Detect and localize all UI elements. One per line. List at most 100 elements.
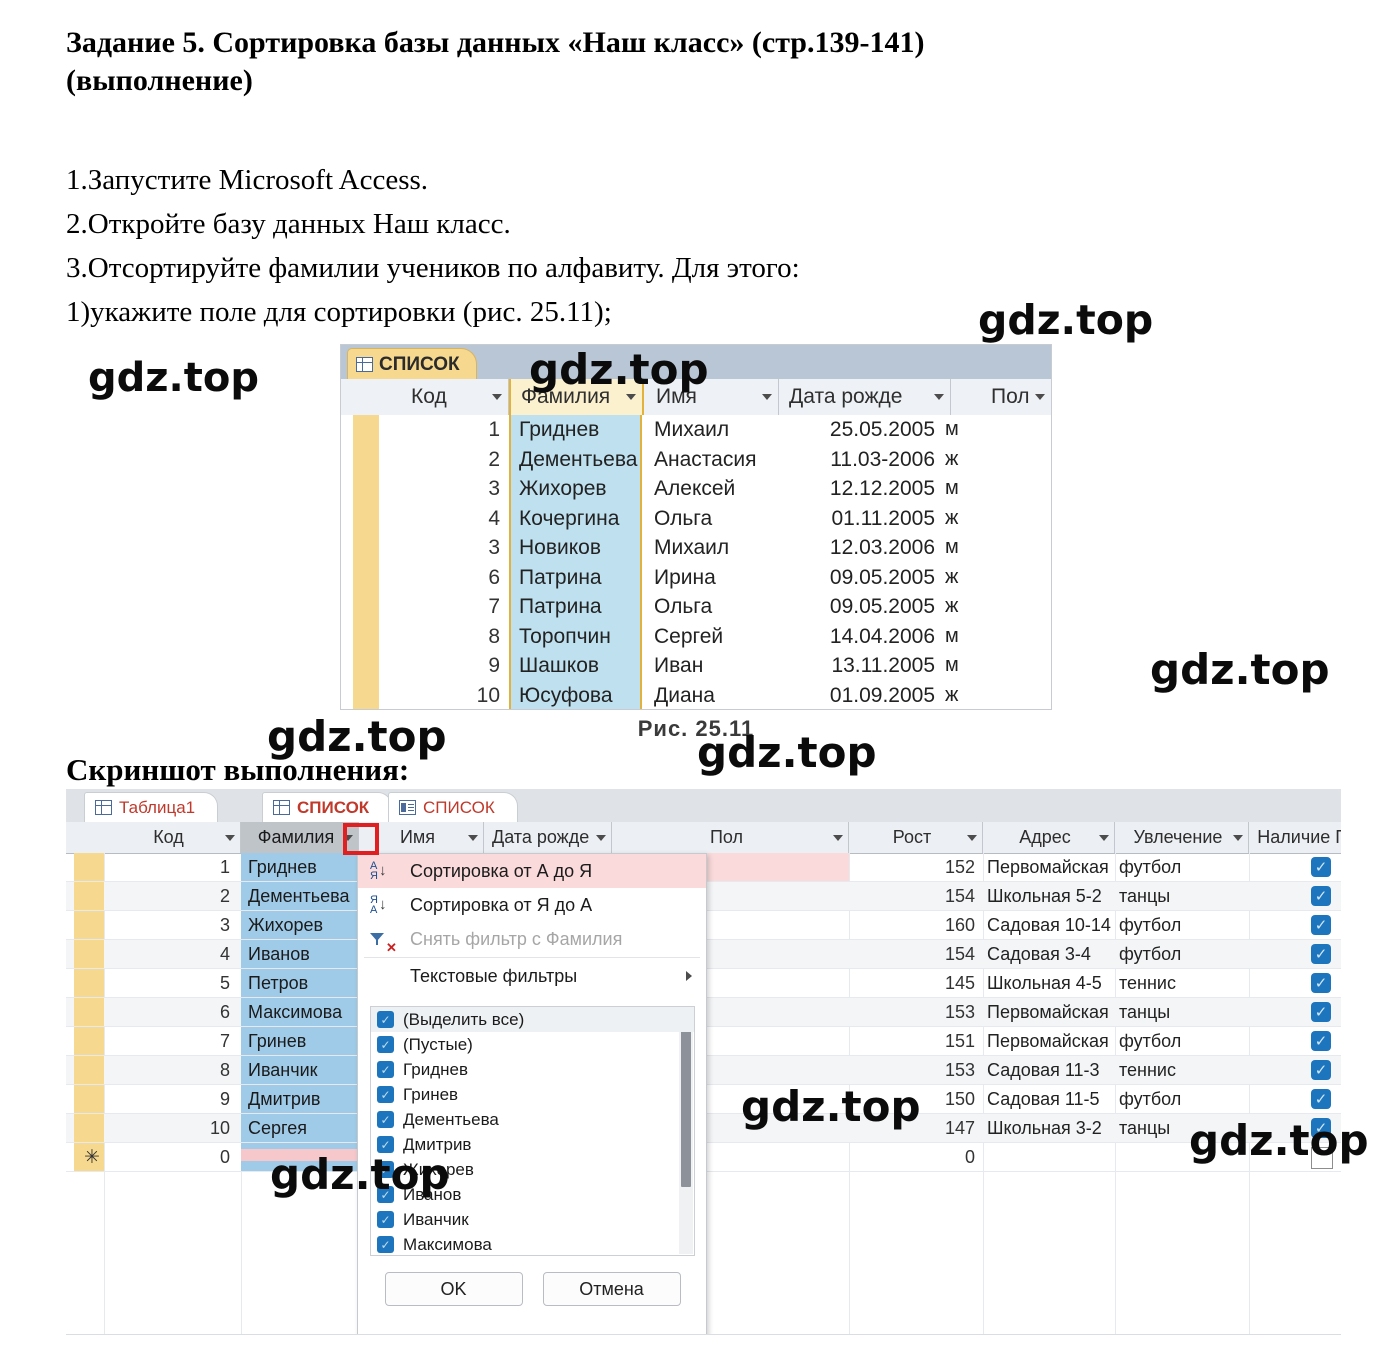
row-selector[interactable]: [74, 998, 104, 1026]
checkbox-checked-icon[interactable]: ✓: [377, 1161, 394, 1178]
cell-familiya: Торопчин: [509, 621, 642, 651]
row-selector[interactable]: [74, 1114, 104, 1142]
row-selector[interactable]: [74, 1027, 104, 1055]
checkbox-checked-icon[interactable]: ✓: [1311, 973, 1331, 993]
figure-table-row[interactable]: 3 Новиков Михаил 12.03.2006 м: [341, 533, 1051, 563]
cell-nalichie-pk[interactable]: ✓: [1249, 998, 1341, 1026]
row-selector[interactable]: [353, 562, 379, 592]
checkbox-checked-icon[interactable]: ✓: [377, 1136, 394, 1153]
col-header-uvlechenie[interactable]: Увлечение: [1115, 822, 1249, 853]
row-selector[interactable]: [74, 911, 104, 939]
checkbox-checked-icon[interactable]: ✓: [377, 1236, 394, 1253]
col-header-familiya[interactable]: Фамилия: [241, 822, 359, 853]
cell-nalichie-pk[interactable]: ✓: [1249, 853, 1341, 881]
chevron-down-icon[interactable]: [833, 834, 843, 841]
checkbox-checked-icon[interactable]: ✓: [377, 1011, 394, 1028]
checkbox-checked-icon[interactable]: ✓: [377, 1036, 394, 1053]
cell-nalichie-pk[interactable]: ✓: [1249, 911, 1341, 939]
filter-list-item[interactable]: ✓ (Пустые): [371, 1032, 694, 1057]
filter-list-item[interactable]: ✓ Гриднев: [371, 1057, 694, 1082]
menu-item-sort-az[interactable]: А Я ↓ Сортировка от А до Я: [358, 854, 706, 888]
checkbox-checked-icon[interactable]: ✓: [1311, 857, 1331, 877]
figure-table-row[interactable]: 3 Жихорев Алексей 12.12.2005 м: [341, 474, 1051, 504]
tab-spisok-table[interactable]: СПИСОК: [262, 792, 393, 822]
row-selector[interactable]: [353, 621, 379, 651]
checkbox-checked-icon[interactable]: ✓: [377, 1211, 394, 1228]
checkbox-unchecked-icon[interactable]: [1311, 1147, 1333, 1169]
cell-nalichie-pk[interactable]: ✓: [1249, 969, 1341, 997]
checkbox-checked-icon[interactable]: ✓: [1311, 886, 1331, 906]
col-header-kod[interactable]: Код: [104, 822, 241, 853]
figure-table-row[interactable]: 9 Шашков Иван 13.11.2005 м: [341, 651, 1051, 681]
checkbox-checked-icon[interactable]: ✓: [1311, 1002, 1331, 1022]
checkbox-checked-icon[interactable]: ✓: [1311, 1089, 1331, 1109]
checkbox-checked-icon[interactable]: ✓: [1311, 944, 1331, 964]
row-selector[interactable]: [353, 680, 379, 709]
filter-list-item[interactable]: ✓ Дмитрив: [371, 1132, 694, 1157]
row-selector[interactable]: [353, 651, 379, 681]
row-selector[interactable]: [353, 533, 379, 563]
col-header-pol[interactable]: Пол: [612, 822, 849, 853]
checkbox-checked-icon[interactable]: ✓: [377, 1086, 394, 1103]
col-header-nalichie-pk[interactable]: Наличие ПК: [1249, 822, 1341, 853]
chevron-down-icon[interactable]: [1233, 834, 1243, 841]
chevron-down-icon[interactable]: [468, 834, 478, 841]
cell-nalichie-pk[interactable]: ✓: [1249, 882, 1341, 910]
menu-item-text-filters[interactable]: Текстовые фильтры: [358, 959, 706, 993]
chevron-down-icon[interactable]: [967, 834, 977, 841]
checkbox-checked-icon[interactable]: ✓: [377, 1111, 394, 1128]
cell-nalichie-pk[interactable]: ✓: [1249, 1056, 1341, 1084]
figure-table-row[interactable]: 6 Патрина Ирина 09.05.2005 ж: [341, 562, 1051, 592]
row-selector[interactable]: [353, 474, 379, 504]
figure-table-row[interactable]: 2 Дементьева Анастасия 11.03-2006 ж: [341, 444, 1051, 474]
filter-list-item[interactable]: ✓ Иванчик: [371, 1207, 694, 1232]
col-header-adres[interactable]: Адрес: [983, 822, 1115, 853]
cell-nalichie-pk[interactable]: ✓: [1249, 940, 1341, 968]
filter-list-item[interactable]: ✓ (Выделить все): [371, 1007, 694, 1032]
row-selector[interactable]: [353, 444, 379, 474]
filter-list-item[interactable]: ✓ Иванов: [371, 1182, 694, 1207]
row-selector[interactable]: [74, 969, 104, 997]
chevron-down-icon[interactable]: [225, 834, 235, 841]
cell-nalichie-pk[interactable]: [1249, 1143, 1341, 1171]
filter-list-item[interactable]: ✓ Гринев: [371, 1082, 694, 1107]
tab-spisok-form[interactable]: СПИСОК: [388, 792, 518, 822]
chevron-down-icon[interactable]: [596, 834, 606, 841]
row-selector[interactable]: [74, 940, 104, 968]
figure-table-row[interactable]: 10 Юсуфова Диана 01.09.2005 ж: [341, 680, 1051, 709]
col-header-data-rozhdeniya[interactable]: Дата рожде: [484, 822, 612, 853]
checkbox-checked-icon[interactable]: ✓: [377, 1186, 394, 1203]
cell-nalichie-pk[interactable]: ✓: [1249, 1114, 1341, 1142]
row-selector[interactable]: [353, 415, 379, 445]
figure-table-row[interactable]: 4 Кочергина Ольга 01.11.2005 ж: [341, 503, 1051, 533]
chevron-down-icon[interactable]: [1099, 834, 1109, 841]
cancel-button[interactable]: Отмена: [542, 1272, 681, 1306]
col-header-uvlechenie-label: Увлечение: [1133, 827, 1223, 847]
row-selector[interactable]: [74, 1056, 104, 1084]
filter-list-item[interactable]: ✓ Дементьева: [371, 1107, 694, 1132]
col-header-rost[interactable]: Рост: [849, 822, 983, 853]
figure-table-row[interactable]: 8 Торопчин Сергей 14.04.2006 м: [341, 621, 1051, 651]
ok-button[interactable]: OK: [384, 1272, 523, 1306]
figure-table-row[interactable]: 1 Гриднев Михаил 25.05.2005 м: [341, 415, 1051, 445]
row-selector[interactable]: [353, 503, 379, 533]
figure-table-row[interactable]: 7 Патрина Ольга 09.05.2005 ж: [341, 592, 1051, 622]
checkbox-checked-icon[interactable]: ✓: [1311, 915, 1331, 935]
checkbox-checked-icon[interactable]: ✓: [1311, 1060, 1331, 1080]
filter-value-list[interactable]: ✓ (Выделить все) ✓ (Пустые) ✓ Гриднев ✓ Гринев ✓…: [370, 1006, 695, 1256]
row-selector[interactable]: [353, 592, 379, 622]
filter-list-item[interactable]: ✓ Максимова: [371, 1232, 694, 1255]
cell-nalichie-pk[interactable]: ✓: [1249, 1085, 1341, 1113]
checkbox-checked-icon[interactable]: ✓: [1311, 1118, 1331, 1138]
filter-list-item[interactable]: ✓ Жихорев: [371, 1157, 694, 1182]
row-selector[interactable]: [74, 1085, 104, 1113]
row-selector[interactable]: [74, 853, 104, 881]
row-selector[interactable]: [74, 882, 104, 910]
cell-nalichie-pk[interactable]: ✓: [1249, 1027, 1341, 1055]
row-selector[interactable]: ✳: [74, 1143, 104, 1171]
checkbox-checked-icon[interactable]: ✓: [1311, 1031, 1331, 1051]
tab-tablica1[interactable]: Таблица1: [84, 792, 219, 822]
checkbox-checked-icon[interactable]: ✓: [377, 1061, 394, 1078]
filter-dropdown-menu[interactable]: А Я ↓ Сортировка от А до Я Я А ↓ Сортировка …: [357, 853, 707, 1334]
menu-item-sort-za[interactable]: Я А ↓ Сортировка от Я до А: [358, 888, 706, 922]
